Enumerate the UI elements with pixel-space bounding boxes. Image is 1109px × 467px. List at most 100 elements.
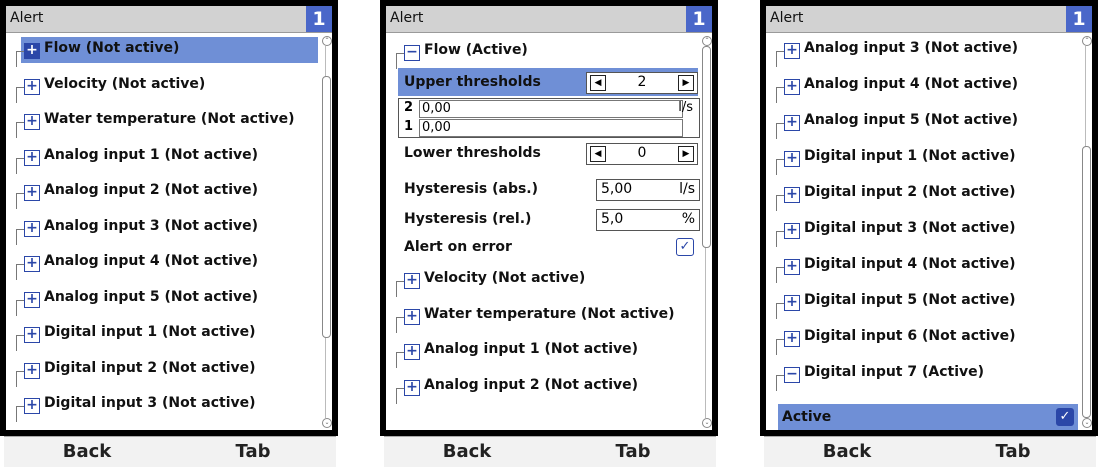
plus-box-icon[interactable]: + [24,149,40,166]
plus-box-icon[interactable]: + [24,256,40,272]
hysteresis-abs-row[interactable]: Hysteresis (abs.) 5,00 l/s [398,175,700,203]
upper-thresholds-spinner[interactable]: ◀ 2 ▶ [586,72,698,94]
plus-box-icon[interactable]: + [784,223,800,239]
scroll-down-icon[interactable]: ⌄ [322,418,332,428]
plus-box-icon[interactable]: + [784,79,800,95]
list-item[interactable]: + Analog input 3 (Not active) [766,31,1078,67]
list-item[interactable]: − Digital input 7 (Active) [766,355,1078,391]
arrow-right-icon[interactable]: ▶ [678,75,694,91]
minus-box-icon[interactable]: − [784,367,800,383]
hysteresis-rel-field[interactable]: 5,0 % [596,209,700,231]
plus-box-icon[interactable]: + [784,151,800,167]
list-item[interactable]: + Analog input 2 (Not active) [6,173,318,209]
list-item[interactable]: + Digital input 1 (Not active) [766,139,1078,175]
scroll-thumb[interactable] [702,46,711,248]
list-item[interactable]: + Digital input 5 (Not active) [766,283,1078,319]
arrow-right-icon[interactable]: ▶ [678,146,694,162]
active-row[interactable]: Active ✓ [778,404,1078,430]
hysteresis-rel-row[interactable]: Hysteresis (rel.) 5,0 % [398,205,700,233]
list-item-label: Analog input 4 (Not active) [804,76,1019,92]
lower-thresholds-spinner[interactable]: ◀ 0 ▶ [586,143,698,165]
plus-box-icon[interactable]: + [404,344,420,360]
scroll-up-icon[interactable]: ⌃ [322,36,332,46]
threshold-row[interactable]: 1 0,00 [399,118,699,137]
scroll-thumb[interactable] [322,76,331,338]
scroll-up-icon[interactable]: ⌃ [702,36,712,46]
plus-box-icon[interactable]: + [404,379,420,396]
plus-box-icon[interactable]: + [24,220,40,237]
arrow-left-icon[interactable]: ◀ [590,75,606,91]
tab-button[interactable]: Tab [170,436,336,467]
list-item-label: Water temperature (Not active) [424,305,675,322]
list-item[interactable]: + Analog input 2 (Not active) [386,368,698,404]
back-button[interactable]: Back [764,436,931,467]
checkbox-checked-icon[interactable]: ✓ [1056,408,1074,426]
list-item[interactable]: + Digital input 2 (Not active) [6,351,318,387]
threshold-value-field[interactable]: 0,00 [419,119,683,137]
plus-box-icon[interactable]: + [404,273,420,289]
checkbox-checked-icon[interactable]: ✓ [676,238,694,256]
plus-box-icon[interactable]: + [784,259,800,275]
scrollbar[interactable]: ⌃ ⌄ [702,36,712,430]
hysteresis-abs-field[interactable]: 5,00 l/s [596,179,700,201]
list-item-flow[interactable]: − Flow (Active) [386,33,698,69]
plus-box-icon[interactable]: + [24,398,40,414]
scroll-down-icon[interactable]: ⌄ [702,418,712,428]
back-button[interactable]: Back [384,436,551,467]
list-item[interactable]: + Velocity (Not active) [6,67,318,103]
plus-box-icon[interactable]: + [404,308,420,325]
list-item[interactable]: + Analog input 5 (Not active) [766,103,1078,139]
threshold-row[interactable]: 2 0,00 l/s [399,99,699,118]
list-item[interactable]: + Digital input 2 (Not active) [766,175,1078,211]
plus-box-icon[interactable]: + [24,43,40,59]
scroll-thumb[interactable] [1082,146,1091,418]
scrollbar[interactable]: ⌃ ⌄ [322,36,332,430]
page-title: Alert [770,10,804,26]
plus-box-icon[interactable]: + [24,291,40,308]
scrollbar[interactable]: ⌃ ⌄ [1082,36,1092,430]
minus-box-icon[interactable]: − [404,45,420,61]
list-item[interactable]: + Analog input 1 (Not active) [6,138,318,174]
list-item[interactable]: + Digital input 3 (Not active) [766,211,1078,247]
list-item[interactable]: + Analog input 1 (Not active) [386,332,698,368]
list-item[interactable]: + Digital input 4 (Not active) [766,247,1078,283]
list-item[interactable]: + Water temperature (Not active) [6,102,318,138]
list-item[interactable]: + Flow (Not active) [6,31,318,67]
list-item-label: Digital input 1 (Not active) [804,148,1016,164]
plus-box-icon[interactable]: + [24,78,40,95]
list-item-label: Analog input 1 (Not active) [44,146,259,163]
lower-thresholds-row[interactable]: Lower thresholds ◀ 0 ▶ [398,139,698,167]
list-item[interactable]: + Analog input 4 (Not active) [6,244,318,280]
list-item[interactable]: + Analog input 5 (Not active) [6,280,318,316]
tab-button[interactable]: Tab [930,436,1096,467]
plus-box-icon[interactable]: + [784,295,800,311]
list-item[interactable]: + Velocity (Not active) [386,261,698,297]
scroll-up-icon[interactable]: ⌃ [1082,36,1092,46]
list-item[interactable]: + Analog input 4 (Not active) [766,67,1078,103]
tab-button[interactable]: Tab [550,436,716,467]
alert-on-error-row[interactable]: Alert on error ✓ [398,233,698,261]
plus-box-icon[interactable]: + [784,187,800,203]
active-label: Active [782,409,832,425]
list-item[interactable]: + Digital input 3 (Not active) [6,386,318,422]
plus-box-icon[interactable]: + [24,185,40,201]
screen-2-display: Alert 1 − Flow (Active) Upper thresholds… [386,6,712,430]
threshold-value-field[interactable]: 0,00 [419,100,683,118]
lower-thresholds-label: Lower thresholds [404,145,541,161]
plus-box-icon[interactable]: + [784,115,800,131]
plus-box-icon[interactable]: + [784,43,800,59]
plus-box-icon[interactable]: + [24,114,40,130]
list-item[interactable]: + Digital input 1 (Not active) [6,315,318,351]
upper-thresholds-row[interactable]: Upper thresholds ◀ 2 ▶ [398,68,698,96]
hysteresis-rel-unit: % [681,211,695,227]
back-button[interactable]: Back [4,436,171,467]
arrow-left-icon[interactable]: ◀ [590,146,606,162]
plus-box-icon[interactable]: + [784,331,800,347]
list-item[interactable]: + Analog input 3 (Not active) [6,209,318,245]
list-item-label: Velocity (Not active) [44,75,206,92]
scroll-down-icon[interactable]: ⌄ [1082,418,1092,428]
plus-box-icon[interactable]: + [24,362,40,379]
list-item[interactable]: + Water temperature (Not active) [386,297,698,333]
plus-box-icon[interactable]: + [24,327,40,343]
list-item[interactable]: + Digital input 6 (Not active) [766,319,1078,355]
